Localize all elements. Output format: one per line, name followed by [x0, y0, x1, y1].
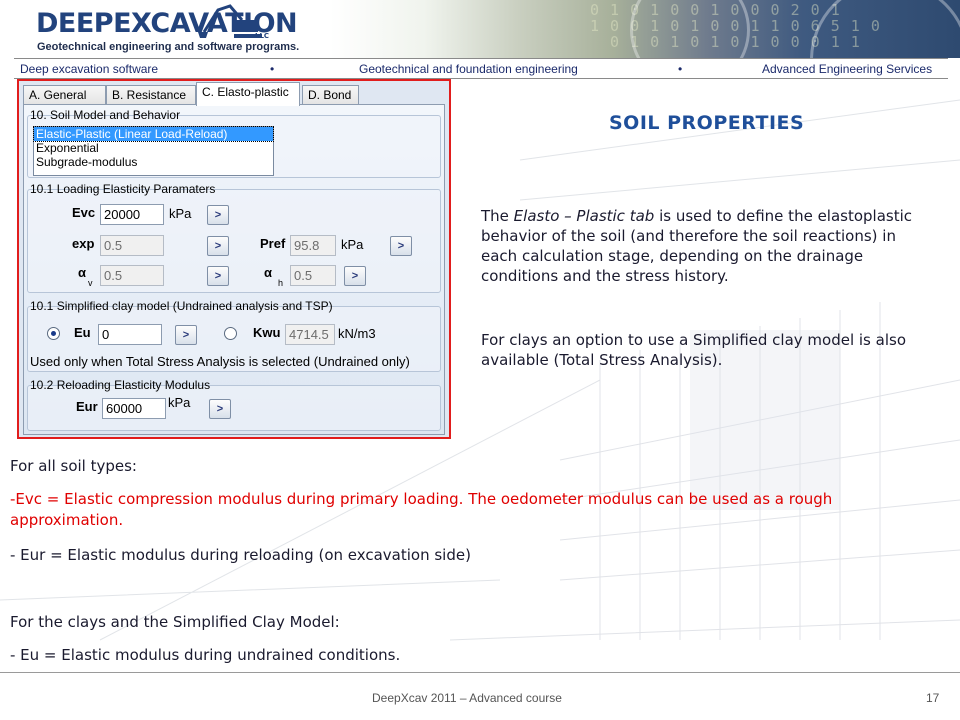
evc-unit: kPa — [169, 206, 192, 221]
footer-course-title: DeepXcav 2011 – Advanced course — [372, 691, 562, 705]
nav-link-services[interactable]: Advanced Engineering Services — [762, 62, 932, 76]
loading-elasticity-title: 10.1 Loading Elasticity Paramaters — [30, 182, 216, 196]
exp-arrow-button[interactable]: > — [207, 236, 229, 256]
pref-label: Pref — [260, 236, 286, 251]
tsa-note: Used only when Total Stress Analysis is … — [30, 354, 410, 369]
eu-input[interactable]: 0 — [98, 324, 162, 345]
tab-general[interactable]: A. General — [23, 85, 106, 105]
eu-radio[interactable] — [47, 327, 60, 340]
excavator-icon — [198, 4, 262, 38]
alpha-h-arrow-button[interactable]: > — [344, 266, 366, 286]
reloading-elasticity-title: 10.2 Reloading Elasticity Modulus — [30, 378, 211, 392]
tab-panel: 10. Soil Model and Behavior Elastic-Plas… — [23, 104, 445, 435]
header-banner: 0 1 0 1 0 0 1 0 0 0 2 0 1 1 0 0 1 0 1 0 … — [0, 0, 960, 58]
exp-label: exp — [72, 236, 95, 251]
eur-arrow-button[interactable]: > — [209, 399, 231, 419]
nav-divider-top — [14, 58, 948, 59]
kwu-label: Kwu — [253, 325, 281, 340]
nav-separator: • — [270, 62, 275, 76]
evc-label: Evc — [72, 205, 96, 220]
pref-input[interactable]: 95.8 — [290, 235, 336, 256]
alpha-h-label: α — [264, 265, 272, 280]
eur-input[interactable]: 60000 — [102, 398, 166, 419]
kwu-radio[interactable] — [224, 327, 237, 340]
eu-arrow-button[interactable]: > — [175, 325, 197, 345]
top-nav: Deep excavation software • Geotechnical … — [0, 58, 960, 80]
header-graphic: 0 1 0 1 0 0 1 0 0 0 2 0 1 1 0 0 1 0 1 0 … — [330, 0, 960, 58]
alpha-v-subscript: v — [88, 278, 93, 288]
alpha-h-input[interactable]: 0.5 — [290, 265, 336, 286]
list-item[interactable]: Elastic-Plastic (Linear Load-Reload) — [33, 126, 274, 142]
eur-unit: kPa — [168, 395, 191, 410]
kwu-unit: kN/m3 — [338, 326, 376, 341]
soil-model-list[interactable]: Elastic-Plastic (Linear Load-Reload) Exp… — [33, 126, 274, 176]
elasto-plastic-description: The Elasto – Plastic tab is used to defi… — [481, 207, 913, 285]
pref-arrow-button[interactable]: > — [390, 236, 412, 256]
alpha-h-subscript: h — [278, 278, 284, 288]
tab-bond[interactable]: D. Bond — [302, 85, 359, 105]
slide-title: SOIL PROPERTIES — [609, 112, 805, 134]
exp-input[interactable]: 0.5 — [100, 235, 164, 256]
evc-definition: -Evc = Elastic compression modulus durin… — [10, 490, 833, 529]
clays-heading: For the clays and the Simplified Clay Mo… — [10, 613, 340, 631]
clay-model-description: For clays an option to use a Simplified … — [481, 331, 906, 369]
list-item[interactable]: Exponential — [34, 141, 273, 155]
nav-link-software[interactable]: Deep excavation software — [20, 62, 158, 76]
tab-resistance[interactable]: B. Resistance — [106, 85, 196, 105]
footer-divider — [0, 672, 960, 673]
alpha-v-input[interactable]: 0.5 — [100, 265, 164, 286]
eu-label: Eu — [74, 325, 91, 340]
evc-arrow-button[interactable]: > — [207, 205, 229, 225]
eur-definition: - Eur = Elastic modulus during reloading… — [10, 546, 471, 564]
all-soil-types-heading: For all soil types: — [10, 457, 137, 475]
tagline: Geotechnical engineering and software pr… — [37, 41, 300, 53]
eu-definition: - Eu = Elastic modulus during undrained … — [10, 646, 401, 664]
nav-link-geotechnical[interactable]: Geotechnical and foundation engineering — [359, 62, 578, 76]
evc-input[interactable]: 20000 — [100, 204, 164, 225]
elasto-plastic-dialog: A. General B. Resistance C. Elasto-plast… — [17, 79, 451, 439]
eur-label: Eur — [76, 399, 98, 414]
page-number: 17 — [926, 691, 940, 705]
nav-separator: • — [678, 62, 683, 76]
list-item[interactable]: Subgrade-modulus — [34, 155, 273, 169]
soil-model-title: 10. Soil Model and Behavior — [30, 108, 181, 122]
alpha-v-label: α — [78, 265, 86, 280]
kwu-input[interactable]: 4714.5 — [285, 324, 335, 345]
tab-elasto-plastic[interactable]: C. Elasto-plastic — [196, 82, 300, 106]
pref-unit: kPa — [341, 237, 364, 252]
alpha-v-arrow-button[interactable]: > — [207, 266, 229, 286]
simplified-clay-title: 10.1 Simplified clay model (Undrained an… — [30, 299, 333, 313]
